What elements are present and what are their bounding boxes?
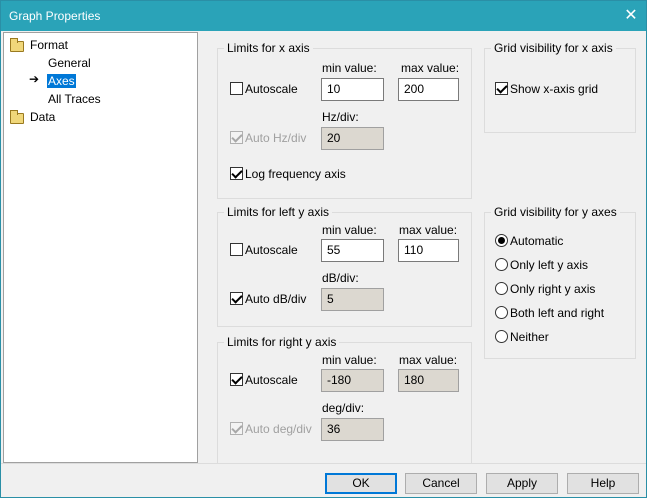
- auto-deg-div-checkbox: [230, 422, 243, 435]
- x-max-label: max value:: [401, 61, 460, 75]
- radio-only-left[interactable]: [495, 258, 508, 271]
- title-bar: Graph Properties ✕: [1, 1, 646, 31]
- radio-automatic-label: Automatic: [510, 234, 564, 248]
- right-y-max-input: 180: [398, 369, 459, 392]
- right-y-per-div-input: 36: [321, 418, 384, 441]
- tree-item-label: Format: [30, 38, 69, 52]
- tree-item-general[interactable]: General: [48, 55, 91, 71]
- window-title: Graph Properties: [9, 9, 101, 23]
- right-y-min-label: min value:: [322, 353, 377, 367]
- folder-icon: [10, 110, 24, 124]
- right-y-autoscale-label: Autoscale: [245, 373, 298, 387]
- group-title: Limits for left y axis: [224, 205, 333, 219]
- radio-neither-label: Neither: [510, 330, 549, 344]
- x-min-input[interactable]: 10: [321, 78, 384, 101]
- radio-only-right[interactable]: [495, 282, 508, 295]
- x-grid-visibility-group: Grid visibility for x axis Show x-axis g…: [484, 41, 636, 133]
- group-title: Grid visibility for y axes: [491, 205, 620, 219]
- tree-item-label: General: [48, 56, 91, 70]
- log-frequency-checkbox[interactable]: [230, 167, 243, 180]
- x-per-div-label: Hz/div:: [322, 110, 359, 124]
- x-max-input[interactable]: 200: [398, 78, 459, 101]
- radio-only-right-label: Only right y axis: [510, 282, 596, 296]
- radio-neither[interactable]: [495, 330, 508, 343]
- radio-both-label: Both left and right: [510, 306, 605, 320]
- show-x-grid-checkbox[interactable]: [495, 82, 508, 95]
- graph-properties-dialog: Graph Properties ✕ Format General ➔ Axes…: [0, 0, 647, 498]
- y-grid-visibility-group: Grid visibility for y axes Automatic Onl…: [484, 205, 636, 359]
- right-y-min-input: -180: [321, 369, 384, 392]
- group-title: Limits for right y axis: [224, 335, 340, 349]
- left-y-per-div-input: 5: [321, 288, 384, 311]
- tree-item-label: Data: [30, 110, 56, 124]
- group-title: Limits for x axis: [224, 41, 313, 55]
- auto-db-div-checkbox[interactable]: [230, 292, 243, 305]
- right-y-autoscale-checkbox[interactable]: [230, 373, 243, 386]
- tree-item-axes[interactable]: Axes: [47, 73, 76, 89]
- x-axis-limits-group: Limits for x axis Autoscale min value: m…: [217, 41, 472, 199]
- x-autoscale-label: Autoscale: [245, 82, 298, 96]
- left-y-autoscale-label: Autoscale: [245, 243, 298, 257]
- x-autoscale-checkbox[interactable]: [230, 82, 243, 95]
- x-auto-div-label: Auto Hz/div: [245, 131, 307, 145]
- properties-panel: Limits for x axis Autoscale min value: m…: [202, 32, 646, 484]
- x-per-div-input: 20: [321, 127, 384, 150]
- button-bar: OK Cancel Apply Help: [1, 463, 646, 497]
- group-title: Grid visibility for x axis: [491, 41, 616, 55]
- left-y-autoscale-checkbox[interactable]: [230, 243, 243, 256]
- left-y-max-label: max value:: [399, 223, 458, 237]
- help-button[interactable]: Help: [567, 473, 639, 494]
- close-icon[interactable]: ✕: [616, 1, 646, 31]
- tree-item-label: All Traces: [48, 92, 101, 106]
- x-min-label: min value:: [322, 61, 377, 75]
- apply-button[interactable]: Apply: [486, 473, 558, 494]
- ok-button[interactable]: OK: [325, 473, 397, 494]
- left-y-limits-group: Limits for left y axis Autoscale min val…: [217, 205, 472, 327]
- left-y-max-input[interactable]: 110: [398, 239, 459, 262]
- radio-automatic[interactable]: [495, 234, 508, 247]
- auto-deg-div-label: Auto deg/div: [245, 422, 312, 436]
- left-y-min-input[interactable]: 55: [321, 239, 384, 262]
- cancel-button[interactable]: Cancel: [405, 473, 477, 494]
- x-auto-div-checkbox: [230, 131, 243, 144]
- left-y-min-label: min value:: [322, 223, 377, 237]
- auto-db-div-label: Auto dB/div: [245, 292, 307, 306]
- category-tree: Format General ➔ Axes All Traces Data: [3, 32, 198, 463]
- arrow-right-icon: ➔: [29, 72, 40, 86]
- left-y-per-div-label: dB/div:: [322, 271, 359, 285]
- log-frequency-label: Log frequency axis: [245, 167, 346, 181]
- radio-only-left-label: Only left y axis: [510, 258, 589, 272]
- right-y-max-label: max value:: [399, 353, 458, 367]
- right-y-per-div-label: deg/div:: [322, 401, 365, 415]
- radio-both[interactable]: [495, 306, 508, 319]
- tree-item-label: Axes: [47, 74, 76, 88]
- show-x-grid-label: Show x-axis grid: [510, 82, 599, 96]
- tree-item-all-traces[interactable]: All Traces: [48, 91, 101, 107]
- open-folder-icon: [10, 38, 24, 52]
